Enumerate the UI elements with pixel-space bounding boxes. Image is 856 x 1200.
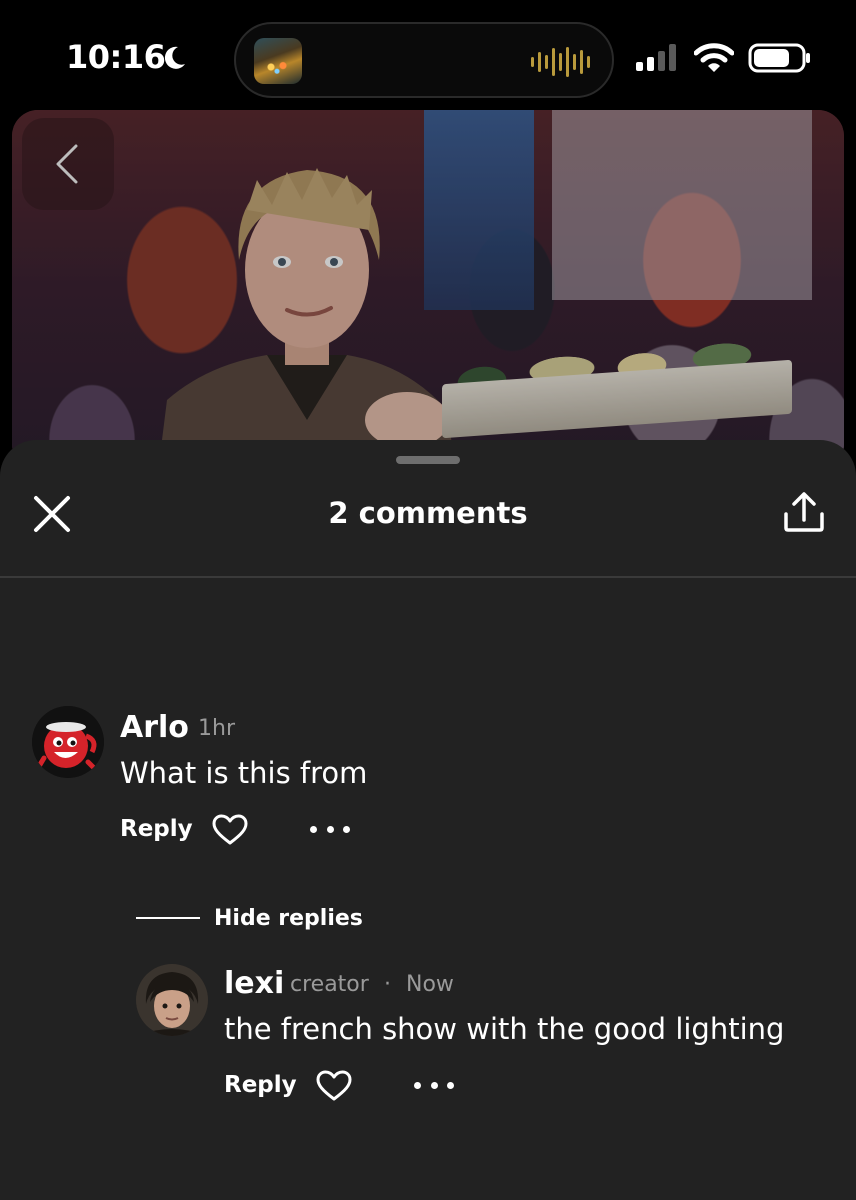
dynamic-island[interactable] [234, 22, 614, 98]
wifi-icon [694, 43, 734, 72]
video-player[interactable] [12, 110, 844, 470]
sheet-grabber[interactable] [396, 456, 460, 464]
heart-icon[interactable] [316, 1070, 352, 1102]
chevron-left-icon [56, 144, 78, 184]
comments-sheet: 2 comments Arlo 1hr What is this from Re… [0, 440, 856, 1200]
creator-badge: creator [290, 972, 369, 997]
reply-time: Now [406, 972, 454, 997]
more-options-icon[interactable] [310, 823, 350, 835]
reply-button[interactable]: Reply [120, 816, 193, 842]
reply-author[interactable]: lexi [224, 966, 284, 1001]
battery-icon [748, 43, 810, 73]
audio-waveform-icon [531, 46, 590, 78]
reply-button[interactable]: Reply [224, 1072, 297, 1098]
comment-author[interactable]: Arlo [120, 710, 189, 745]
reply-text: the french show with the good lighting [224, 1012, 785, 1046]
comment-text: What is this from [120, 756, 368, 790]
heart-icon[interactable] [212, 814, 248, 846]
share-upload-icon[interactable] [778, 490, 830, 534]
moon-icon [164, 46, 185, 69]
back-button[interactable] [22, 118, 114, 210]
comments-count-title: 2 comments [328, 496, 528, 530]
cellular-signal-icon [636, 44, 676, 71]
now-playing-thumbnail[interactable] [254, 38, 302, 84]
hide-replies-button[interactable]: Hide replies [214, 906, 363, 931]
kool-aid-man-avatar[interactable] [32, 706, 104, 778]
more-options-icon[interactable] [414, 1079, 454, 1091]
comment-time: 1hr [198, 716, 235, 741]
thread-line [136, 917, 200, 919]
header-divider [0, 576, 856, 578]
status-time: 10:16 [66, 38, 166, 76]
status-bar: 10:16 [0, 0, 856, 112]
user-photo-avatar[interactable] [136, 964, 208, 1036]
meta-separator: · [384, 972, 391, 997]
